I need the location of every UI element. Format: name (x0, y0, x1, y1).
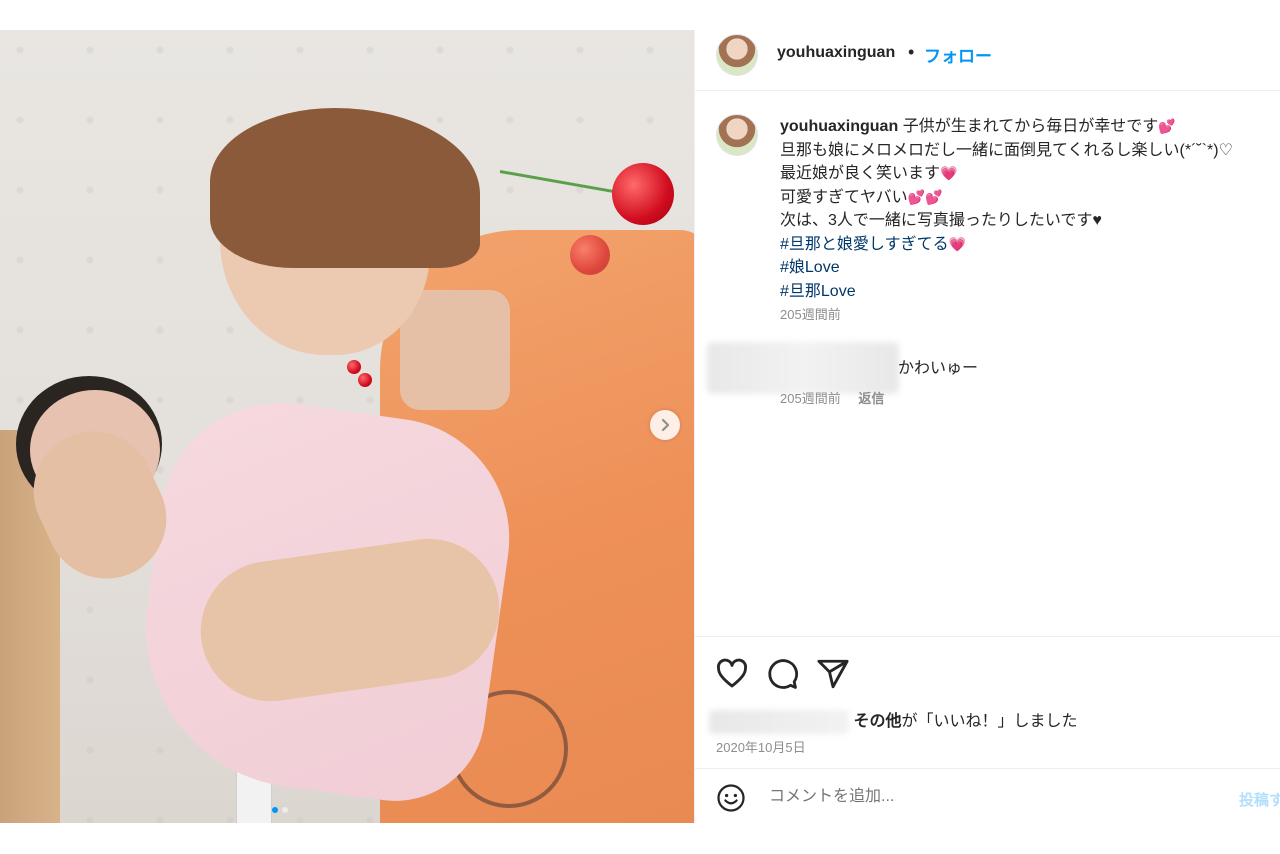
caption-username[interactable]: youhuaxinguan (780, 118, 898, 135)
comment-item: かわいゅー 205週間前 返信 (695, 340, 1280, 410)
likes-summary: その他が「いいね！」しました (709, 707, 1077, 734)
comment-icon[interactable] (765, 657, 799, 691)
blurred-liker (709, 709, 849, 734)
heart-emoji-icon: 💗 (948, 235, 967, 252)
post-date[interactable]: 2020年10月5日 (716, 737, 806, 756)
action-bar: その他が「いいね！」しました 2020年10月5日 (695, 636, 1280, 767)
hashtag-link[interactable]: #旦那と娘愛しすぎてる (780, 236, 949, 253)
post-sidebar: youhuaxinguan • フォロー youhuaxinguan 子供が生ま… (694, 30, 1280, 823)
likes-suffix: が「いいね！」しました (901, 713, 1078, 730)
cherry-sticker (612, 163, 674, 225)
hashtag-link[interactable]: #旦那Love (780, 280, 1280, 304)
cherry-sticker (570, 235, 610, 275)
comment-meta: 205週間前 返信 (780, 388, 884, 407)
username-link[interactable]: youhuaxinguan (777, 44, 895, 62)
post-image[interactable] (0, 30, 694, 823)
caption-line: 子供が生まれてから毎日が幸せです (902, 118, 1159, 135)
next-image-button[interactable] (650, 410, 680, 440)
caption-line: 旦那も娘にメロメロだし一緒に面倒見てくれるし楽しい(*´˘`*)♡ (780, 141, 1233, 159)
caption-line: 可愛すぎてヤバい (780, 188, 908, 206)
comment-text: かわいゅー (898, 360, 979, 377)
cherry-in-mouth (358, 373, 372, 387)
separator-dot: • (908, 42, 915, 62)
caption-avatar[interactable] (716, 114, 758, 156)
share-icon[interactable] (816, 657, 850, 691)
reply-button[interactable]: 返信 (858, 391, 884, 406)
comment-input[interactable] (767, 787, 1211, 807)
likes-others-link[interactable]: その他 (853, 713, 901, 730)
comment-timestamp[interactable]: 205週間前 (780, 391, 841, 406)
caption-line: 最近娘が良く笑います (780, 165, 941, 182)
carousel-dot (282, 807, 288, 813)
avatar[interactable] (716, 34, 758, 76)
comment-bar: 投稿する (695, 768, 1280, 824)
heart-emoji-icon: 💗 (940, 165, 958, 181)
blurred-commenter (707, 342, 899, 394)
cherry-in-mouth (347, 360, 361, 374)
heart-icon[interactable] (715, 657, 749, 691)
caption-timestamp[interactable]: 205週間前 (780, 304, 841, 323)
heart-emoji-icon: 💕 (1158, 118, 1176, 134)
heart-emoji-icon: 💕💕 (907, 188, 943, 205)
neck (400, 290, 510, 410)
emoji-icon[interactable] (716, 783, 746, 813)
hashtag-link[interactable]: #娘Love (780, 256, 1280, 280)
post-header: youhuaxinguan • フォロー (695, 30, 1280, 91)
carousel-dot (272, 807, 278, 813)
caption-line: 次は、3人で一緒に写真撮ったりしたいです♥ (780, 212, 1102, 229)
post-comment-button[interactable]: 投稿する (1239, 789, 1280, 810)
carousel-indicator (272, 807, 288, 813)
follow-button[interactable]: フォロー (924, 42, 992, 67)
caption-text: youhuaxinguan 子供が生まれてから毎日が幸せです💕 旦那も娘にメロメ… (780, 115, 1280, 303)
next-arrow-icon (661, 418, 670, 432)
